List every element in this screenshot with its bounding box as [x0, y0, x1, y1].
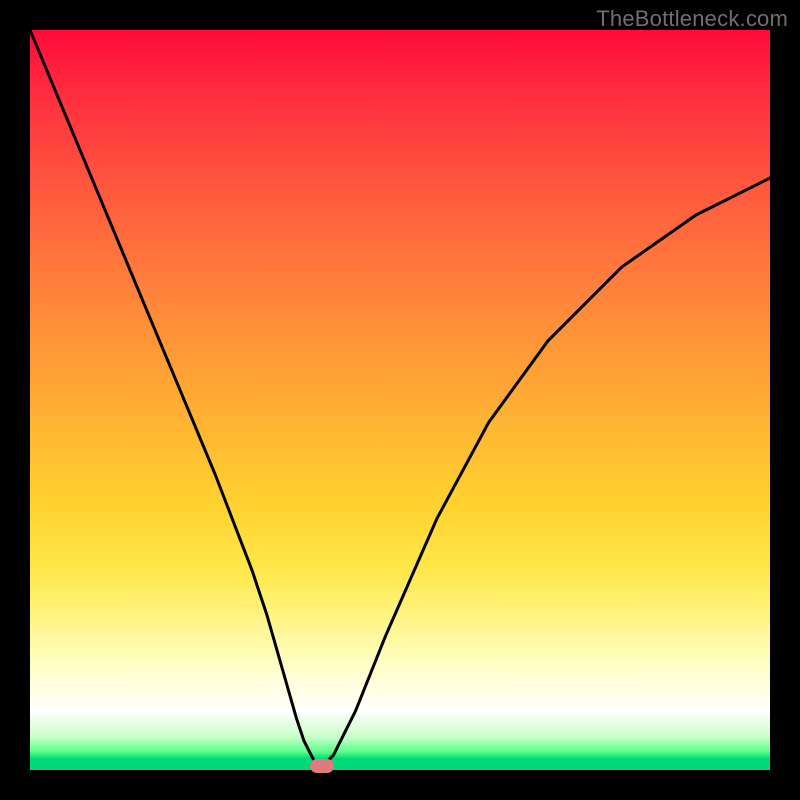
plot-area — [30, 30, 770, 770]
curve-svg — [30, 30, 770, 770]
watermark-text: TheBottleneck.com — [596, 6, 788, 32]
minimum-marker — [310, 759, 334, 773]
chart-frame: TheBottleneck.com — [0, 0, 800, 800]
bottleneck-curve — [30, 30, 770, 766]
